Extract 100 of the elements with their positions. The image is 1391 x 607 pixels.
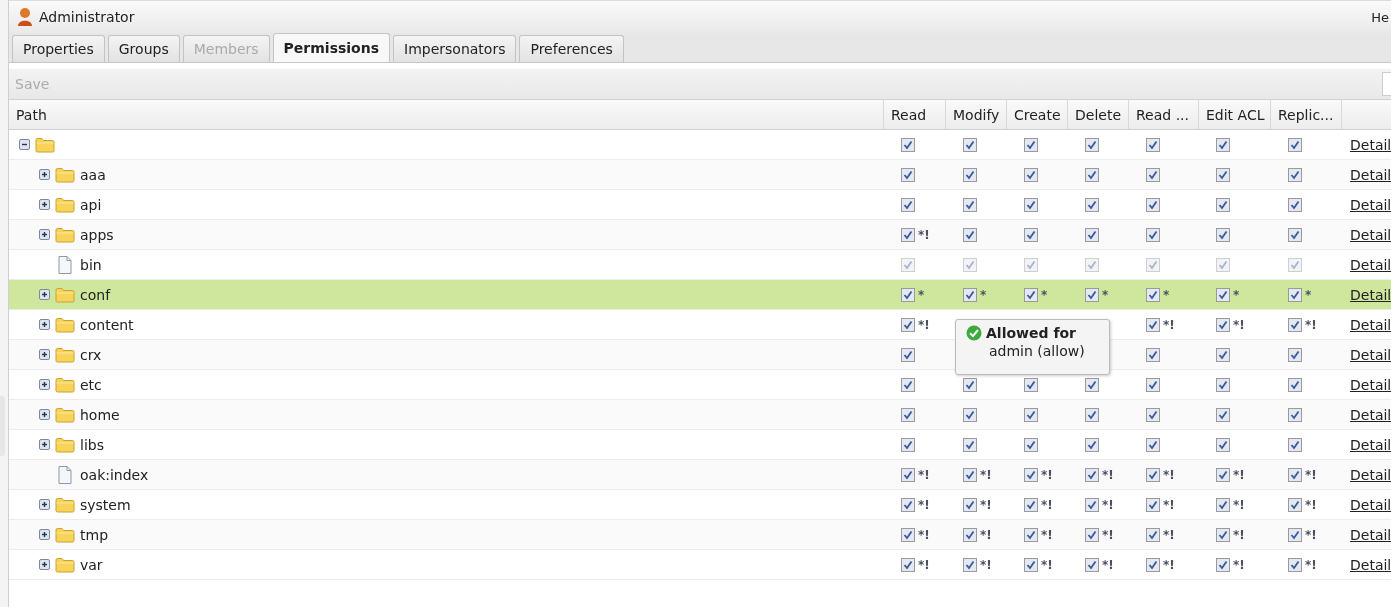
checkbox[interactable] (1024, 227, 1038, 242)
details-link[interactable]: Detail (1350, 436, 1391, 453)
checkbox[interactable] (1216, 227, 1230, 242)
checkbox[interactable] (1288, 347, 1302, 362)
checkbox[interactable] (1288, 437, 1302, 452)
checkbox[interactable] (1216, 347, 1230, 362)
checkbox[interactable] (1146, 437, 1160, 452)
checkbox[interactable] (963, 437, 977, 452)
tab[interactable]: Permissions (272, 33, 390, 62)
checkbox[interactable] (901, 227, 915, 242)
checkbox[interactable] (1216, 197, 1230, 212)
checkbox[interactable] (1085, 227, 1099, 242)
details-link[interactable]: Detail (1350, 226, 1391, 243)
checkbox[interactable] (1216, 437, 1230, 452)
column-header[interactable]: Read ... (1129, 100, 1199, 129)
column-header[interactable]: Replic... (1271, 100, 1342, 129)
checkbox[interactable] (901, 557, 915, 572)
checkbox[interactable] (963, 197, 977, 212)
checkbox[interactable] (1085, 437, 1099, 452)
checkbox[interactable] (1288, 317, 1302, 332)
node-name[interactable]: apps (80, 226, 114, 243)
details-link[interactable]: Detail (1350, 466, 1391, 483)
expand-icon[interactable] (39, 349, 50, 360)
column-header[interactable]: Create (1007, 100, 1068, 129)
checkbox[interactable] (1288, 407, 1302, 422)
details-link[interactable]: Detail (1350, 286, 1391, 303)
expand-icon[interactable] (39, 559, 50, 570)
checkbox[interactable] (1146, 167, 1160, 182)
details-link[interactable]: Detail (1350, 496, 1391, 513)
checkbox[interactable] (1216, 137, 1230, 152)
checkbox[interactable] (963, 167, 977, 182)
tab[interactable]: Properties (12, 35, 105, 62)
checkbox[interactable] (1024, 197, 1038, 212)
checkbox[interactable] (1024, 167, 1038, 182)
checkbox[interactable] (1216, 407, 1230, 422)
tab[interactable]: Impersonators (393, 35, 517, 62)
checkbox[interactable] (1024, 557, 1038, 572)
checkbox[interactable] (1024, 437, 1038, 452)
checkbox[interactable] (1085, 497, 1099, 512)
checkbox[interactable] (1024, 527, 1038, 542)
column-header[interactable]: Path (9, 100, 884, 129)
column-header[interactable]: Modify (946, 100, 1007, 129)
checkbox[interactable] (1216, 317, 1230, 332)
checkbox[interactable] (963, 527, 977, 542)
details-link[interactable]: Detail (1350, 556, 1391, 573)
checkbox[interactable] (1216, 167, 1230, 182)
checkbox[interactable] (901, 317, 915, 332)
expand-icon[interactable] (39, 409, 50, 420)
expand-icon[interactable] (39, 289, 50, 300)
node-name[interactable]: aaa (80, 166, 106, 183)
checkbox[interactable] (1288, 287, 1302, 302)
node-name[interactable]: crx (80, 346, 102, 363)
checkbox[interactable] (1216, 377, 1230, 392)
checkbox[interactable] (1024, 497, 1038, 512)
column-header[interactable]: Edit ACL (1199, 100, 1271, 129)
checkbox[interactable] (1085, 557, 1099, 572)
node-name[interactable]: home (80, 406, 120, 423)
expand-icon[interactable] (39, 529, 50, 540)
details-link[interactable]: Detail (1350, 196, 1391, 213)
checkbox[interactable] (1146, 317, 1160, 332)
checkbox[interactable] (1146, 467, 1160, 482)
checkbox[interactable] (1288, 137, 1302, 152)
checkbox[interactable] (1288, 557, 1302, 572)
details-link[interactable]: Detail (1350, 376, 1391, 393)
table-row[interactable]: aaa Detail (9, 160, 1391, 190)
node-name[interactable]: oak:index (80, 466, 149, 483)
checkbox[interactable] (1288, 467, 1302, 482)
checkbox[interactable] (1085, 467, 1099, 482)
checkbox[interactable] (1024, 377, 1038, 392)
checkbox[interactable] (1146, 347, 1160, 362)
checkbox[interactable] (901, 197, 915, 212)
checkbox[interactable] (1146, 197, 1160, 212)
checkbox[interactable] (1216, 527, 1230, 542)
checkbox[interactable] (1216, 557, 1230, 572)
details-link[interactable]: Detail (1350, 526, 1391, 543)
checkbox[interactable] (901, 527, 915, 542)
checkbox[interactable] (1288, 497, 1302, 512)
node-name[interactable]: libs (80, 436, 104, 453)
expand-icon[interactable] (39, 439, 50, 450)
checkbox[interactable] (1146, 227, 1160, 242)
checkbox[interactable] (963, 377, 977, 392)
checkbox[interactable] (963, 407, 977, 422)
tab[interactable]: Preferences (519, 35, 624, 62)
checkbox[interactable] (1288, 167, 1302, 182)
tab[interactable]: Groups (107, 35, 180, 62)
checkbox[interactable] (1085, 197, 1099, 212)
expand-icon[interactable] (39, 199, 50, 210)
details-link[interactable]: Detail (1350, 406, 1391, 423)
checkbox[interactable] (1288, 197, 1302, 212)
checkbox[interactable] (1288, 377, 1302, 392)
checkbox[interactable] (1146, 377, 1160, 392)
table-row[interactable]: home Detail (9, 400, 1391, 430)
node-name[interactable]: tmp (80, 526, 108, 543)
checkbox[interactable] (1085, 377, 1099, 392)
expand-icon[interactable] (39, 319, 50, 330)
node-name[interactable]: system (80, 496, 131, 513)
expand-icon[interactable] (39, 379, 50, 390)
checkbox[interactable] (1024, 287, 1038, 302)
checkbox[interactable] (963, 497, 977, 512)
node-name[interactable]: etc (80, 376, 102, 393)
